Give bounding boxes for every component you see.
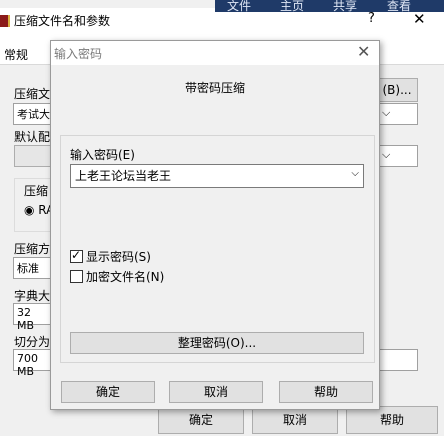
back-help-label: 帮助 bbox=[379, 413, 404, 427]
window-title: 压缩文件名和参数 bbox=[14, 14, 111, 28]
encrypt-filenames-checkbox[interactable] bbox=[70, 270, 83, 283]
dialog-heading: 带密码压缩 bbox=[184, 81, 245, 95]
format-label: 压缩 bbox=[24, 182, 49, 199]
browse-button-label: (B)... bbox=[382, 83, 412, 97]
split-unit-dropdown[interactable] bbox=[378, 349, 418, 371]
dictionary-size-dropdown[interactable]: 32 MB bbox=[13, 303, 51, 332]
ribbon-tab-file[interactable]: 文件 bbox=[227, 0, 251, 14]
split-volumes-value: 700 MB bbox=[17, 352, 38, 378]
ok-button-label: 确定 bbox=[95, 385, 120, 399]
help-icon[interactable]: ? bbox=[368, 11, 375, 26]
dialog-title-bar: 输入密码 ✕ bbox=[51, 41, 379, 65]
explorer-ribbon: 文件 主页 共享 查看 bbox=[215, 0, 444, 14]
dictionary-size-label: 字典大 bbox=[14, 289, 51, 303]
back-help-button[interactable]: 帮助 bbox=[346, 406, 438, 434]
back-ok-button[interactable]: 确定 bbox=[158, 406, 244, 434]
archive-name-value: 考试大 bbox=[17, 108, 50, 121]
encrypt-filenames-label[interactable]: 加密文件名(N) bbox=[86, 268, 164, 285]
back-cancel-label: 取消 bbox=[282, 413, 307, 427]
dialog-title: 输入密码 bbox=[54, 47, 103, 61]
chevron-down-icon: ⌵ bbox=[382, 106, 391, 119]
chevron-down-icon: ⌵ bbox=[382, 148, 391, 161]
close-icon[interactable]: ✕ bbox=[357, 42, 370, 61]
ribbon-tab-view[interactable]: 查看 bbox=[387, 0, 411, 14]
organize-passwords-button[interactable]: 整理密码(O)... bbox=[70, 332, 364, 354]
tab-general[interactable]: 常规 bbox=[4, 46, 28, 63]
winrar-app-icon bbox=[0, 15, 10, 27]
chevron-down-icon[interactable]: ⌵ bbox=[351, 168, 359, 179]
close-icon[interactable]: ✕ bbox=[413, 10, 426, 28]
back-ok-label: 确定 bbox=[188, 413, 213, 427]
archive-name-input[interactable]: 考试大 bbox=[13, 103, 51, 125]
ribbon-tab-share[interactable]: 共享 bbox=[333, 0, 357, 14]
method-dropdown[interactable]: 标准 bbox=[13, 257, 51, 279]
default-profile-label: 默认配 bbox=[14, 130, 51, 144]
password-input[interactable]: 上老王论坛当老王 ⌵ bbox=[70, 164, 364, 188]
split-volumes-input[interactable]: 700 MB bbox=[13, 349, 51, 378]
password-label: 输入密码(E) bbox=[70, 148, 135, 162]
password-group: 输入密码(E) 上老王论坛当老王 ⌵ ✓ 显示密码(S) 加密文件名(N) 整理… bbox=[60, 135, 375, 363]
back-cancel-button[interactable]: 取消 bbox=[252, 406, 338, 434]
method-value: 标准 bbox=[17, 262, 39, 275]
organize-passwords-label: 整理密码(O)... bbox=[177, 336, 257, 350]
dictionary-size-value: 32 MB bbox=[17, 306, 35, 332]
update-mode-dropdown[interactable]: ⌵ bbox=[378, 145, 418, 167]
password-value: 上老王论坛当老王 bbox=[75, 169, 172, 183]
cancel-button[interactable]: 取消 bbox=[169, 381, 263, 403]
password-dialog: 输入密码 ✕ 带密码压缩 输入密码(E) 上老王论坛当老王 ⌵ ✓ 显示密码(S… bbox=[50, 40, 380, 410]
archive-name-label: 压缩文 bbox=[14, 87, 51, 101]
profiles-button[interactable] bbox=[14, 145, 52, 167]
help-button[interactable]: 帮助 bbox=[279, 381, 373, 403]
ok-button[interactable]: 确定 bbox=[61, 381, 155, 403]
cancel-button-label: 取消 bbox=[203, 385, 228, 399]
help-button-label: 帮助 bbox=[313, 385, 338, 399]
method-label: 压缩方 bbox=[14, 242, 51, 256]
ribbon-tab-home[interactable]: 主页 bbox=[280, 0, 304, 14]
checkmark-icon: ✓ bbox=[71, 248, 82, 262]
browse-button[interactable]: (B)... bbox=[376, 78, 418, 102]
show-password-label[interactable]: 显示密码(S) bbox=[86, 248, 151, 265]
split-volumes-label: 切分为 bbox=[14, 335, 51, 349]
show-password-checkbox[interactable]: ✓ bbox=[70, 248, 83, 263]
archive-name-dropdown[interactable]: ⌵ bbox=[378, 103, 418, 125]
